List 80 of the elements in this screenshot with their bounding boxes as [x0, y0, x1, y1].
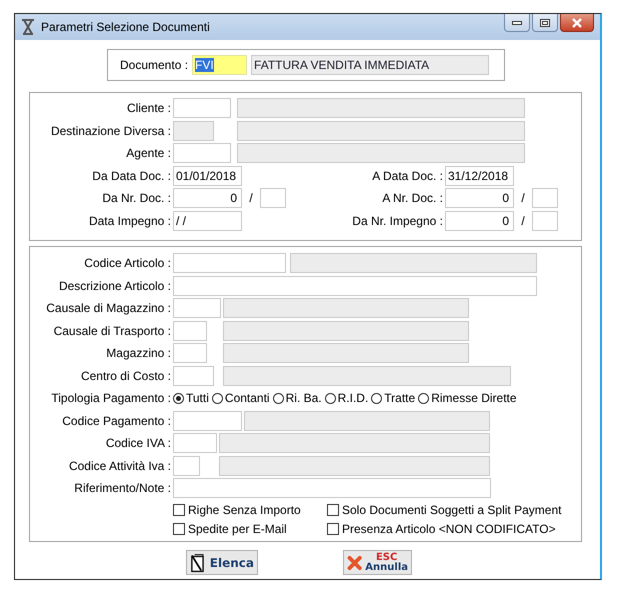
- field-label: Da Nr. Impegno :: [351, 214, 443, 228]
- number-field[interactable]: 0: [445, 210, 514, 231]
- code-field[interactable]: [173, 143, 231, 164]
- code-field[interactable]: [173, 253, 286, 274]
- close-button[interactable]: [560, 14, 594, 32]
- field-label: Da Nr. Doc. :: [101, 191, 171, 206]
- code-field[interactable]: [173, 433, 217, 454]
- input-field[interactable]: [532, 188, 558, 208]
- code-field[interactable]: [173, 410, 242, 431]
- field-label: Agente :: [125, 146, 171, 160]
- description-field[interactable]: [219, 456, 490, 476]
- checkbox-option[interactable]: Solo Documenti Soggetti a Split Payment: [327, 502, 581, 516]
- input-field[interactable]: [532, 210, 558, 231]
- field-label: A Nr. Doc. :: [381, 191, 443, 206]
- field-label: A Data Doc. :: [371, 168, 443, 183]
- field-label: Riferimento/Note :: [73, 481, 171, 496]
- window-title: Parametri Selezione Documenti: [41, 20, 211, 34]
- field-label: Centro di Costo :: [80, 368, 171, 383]
- radio-option[interactable]: Contanti: [212, 391, 270, 406]
- description-field[interactable]: [223, 298, 469, 318]
- checkbox-option[interactable]: Righe Senza Importo: [173, 502, 327, 516]
- cancel-button[interactable]: ESC Annulla: [343, 550, 412, 575]
- maximize-button[interactable]: [532, 14, 558, 32]
- code-field[interactable]: [173, 366, 214, 386]
- field-label: Causale di Magazzino :: [45, 301, 171, 316]
- description-field[interactable]: [237, 98, 525, 118]
- code-field[interactable]: FVI: [192, 55, 248, 75]
- code-field[interactable]: [173, 320, 207, 341]
- checkbox-option[interactable]: Spedite per E-Mail: [173, 522, 327, 536]
- field-label: Codice IVA :: [104, 436, 171, 450]
- code-field[interactable]: [173, 343, 207, 364]
- description-field[interactable]: [219, 433, 490, 454]
- text-field[interactable]: [173, 478, 491, 498]
- app-icon: [21, 19, 35, 35]
- text-field[interactable]: [173, 276, 537, 296]
- code-field[interactable]: [173, 298, 221, 318]
- description-field[interactable]: [223, 320, 469, 341]
- number-field[interactable]: 0: [445, 188, 514, 208]
- minimize-button[interactable]: [504, 14, 530, 32]
- field-label: Codice Attività Iva :: [68, 458, 171, 473]
- radio-option[interactable]: Tutti: [173, 391, 209, 406]
- code-field[interactable]: [173, 98, 231, 118]
- description-field[interactable]: [223, 343, 469, 364]
- radio-option[interactable]: Tratte: [371, 391, 416, 406]
- maximize-icon: [540, 18, 550, 26]
- field-label: Tipologia Pagamento :: [50, 391, 171, 406]
- field-label: Documento :: [120, 58, 188, 72]
- field-label: Data Impegno :: [88, 214, 171, 228]
- number-field[interactable]: 0: [173, 188, 242, 208]
- radio-option[interactable]: Ri. Ba.: [272, 391, 322, 406]
- field-label: Cliente :: [126, 101, 171, 116]
- description-field[interactable]: [244, 410, 490, 431]
- description-field[interactable]: [290, 253, 537, 274]
- checkbox-option[interactable]: Presenza Articolo <NON CODIFICATO>: [327, 522, 581, 536]
- description-field[interactable]: FATTURA VENDITA IMMEDIATA: [251, 55, 490, 75]
- separator-label: /: [520, 191, 526, 206]
- date-field[interactable]: 31/12/2018: [445, 166, 514, 186]
- separator-label: /: [248, 191, 254, 206]
- date-field[interactable]: / /: [173, 210, 242, 231]
- field-label: Descrizione Articolo :: [58, 278, 171, 293]
- radio-option[interactable]: R.I.D.: [324, 391, 368, 406]
- notepad-icon: [190, 552, 207, 572]
- field-label: Da Data Doc. :: [91, 168, 171, 183]
- field-label: Codice Pagamento :: [61, 414, 171, 428]
- separator-label: /: [520, 214, 526, 228]
- field-label: Causale di Trasporto :: [52, 324, 171, 338]
- list-button[interactable]: Elenca: [186, 550, 258, 575]
- radio-option[interactable]: Rimesse Dirette: [418, 391, 517, 406]
- description-field[interactable]: [237, 120, 525, 141]
- description-field[interactable]: [237, 143, 525, 164]
- date-field[interactable]: 01/01/2018: [173, 166, 242, 186]
- minimize-icon: [512, 20, 522, 24]
- code-field[interactable]: [173, 456, 200, 476]
- description-field[interactable]: [223, 366, 511, 386]
- input-field[interactable]: [260, 188, 286, 208]
- field-label: Destinazione Diversa :: [50, 124, 171, 138]
- close-icon: [571, 18, 583, 28]
- field-label: Codice Articolo :: [83, 256, 171, 270]
- field-label: Magazzino :: [105, 346, 171, 360]
- cross-icon: [347, 554, 362, 572]
